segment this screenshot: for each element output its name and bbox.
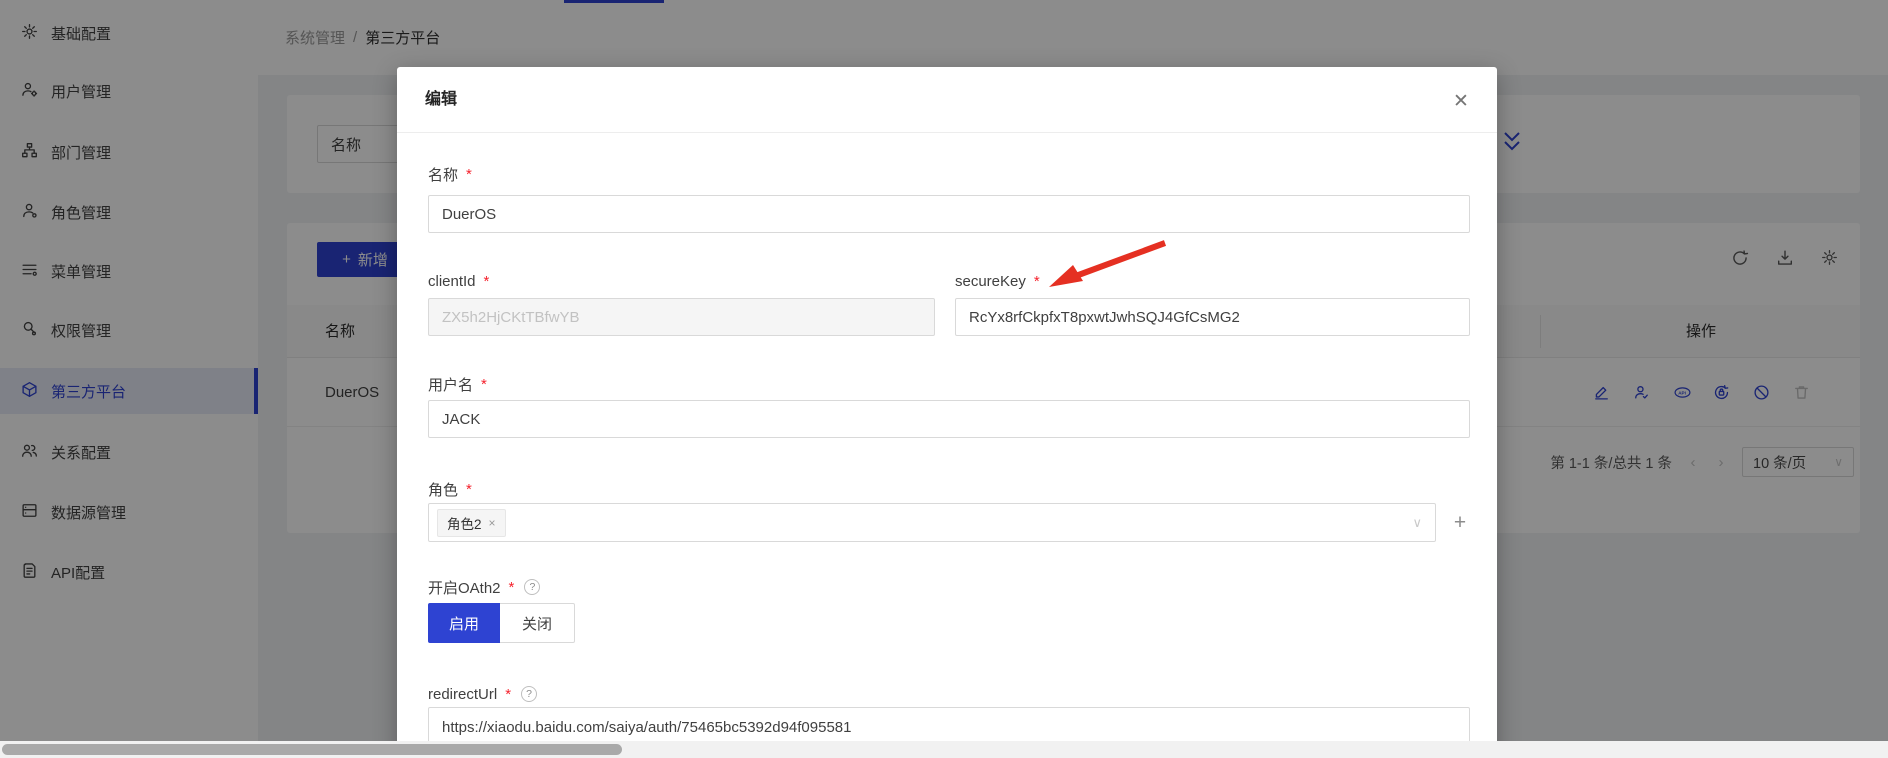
required-asterisk: * <box>481 376 487 393</box>
role-tag: 角色2 × <box>437 509 506 537</box>
required-asterisk: * <box>466 481 472 498</box>
help-question-icon[interactable]: ? <box>521 686 537 702</box>
modal-header: 编辑 ✕ <box>397 67 1497 133</box>
oauth-field-label: 开启OAth2* ? <box>428 576 540 598</box>
role-multiselect[interactable]: 角色2 × ∨ <box>428 503 1436 542</box>
clientid-input: ZX5h2HjCKtTBfwYB <box>428 298 935 336</box>
scrollbar-thumb[interactable] <box>2 744 622 755</box>
required-asterisk: * <box>484 273 490 290</box>
redirecturl-field-label: redirectUrl* ? <box>428 683 537 705</box>
oauth-enable-button[interactable]: 启用 <box>428 603 500 643</box>
horizontal-scrollbar[interactable] <box>0 741 1888 758</box>
required-asterisk: * <box>1034 273 1040 290</box>
oauth-disable-button[interactable]: 关闭 <box>500 603 575 643</box>
red-annotation-arrow <box>1037 237 1177 299</box>
modal-title: 编辑 <box>425 67 457 133</box>
required-asterisk: * <box>505 686 511 703</box>
help-question-icon[interactable]: ? <box>524 579 540 595</box>
role-add-button[interactable]: + <box>1445 503 1475 542</box>
app-root: 系统管理 / 第三方平台 基础配置用户管理部门管理角色管理菜单管理权限管理第三方… <box>0 0 1888 758</box>
name-field-label: 名称* <box>428 163 472 185</box>
clientid-field-label: clientId* <box>428 270 489 292</box>
required-asterisk: * <box>509 579 515 596</box>
name-input[interactable]: DuerOS <box>428 195 1470 233</box>
close-icon[interactable]: ✕ <box>1443 83 1479 119</box>
username-field-label: 用户名* <box>428 373 487 395</box>
required-asterisk: * <box>466 166 472 183</box>
edit-modal: 编辑 ✕ 名称* DuerOS clientId* ZX5h2HjCKtTBfw… <box>397 67 1497 758</box>
tag-remove-icon[interactable]: × <box>489 516 496 530</box>
role-field-label: 角色* <box>428 478 472 500</box>
securekey-input[interactable]: RcYx8rfCkpfxT8pxwtJwhSQJ4GfCsMG2 <box>955 298 1470 336</box>
securekey-field-label: secureKey* <box>955 270 1040 292</box>
username-input[interactable]: JACK <box>428 400 1470 438</box>
chevron-down-icon: ∨ <box>1412 515 1422 531</box>
